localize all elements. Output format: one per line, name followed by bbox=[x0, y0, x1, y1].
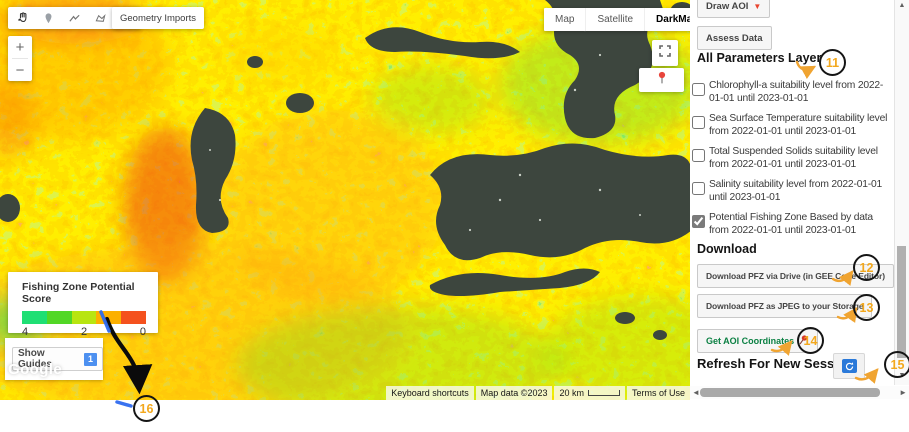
get-aoi-label: Get AOI Coordinates bbox=[706, 336, 794, 346]
layer-checkbox[interactable] bbox=[692, 83, 705, 96]
gee-fishing-zone-app: Geometry Imports + − Map Satellite DarkM… bbox=[0, 0, 909, 432]
scroll-up-arrow-icon[interactable]: ▲ bbox=[895, 2, 909, 9]
layer-checkbox[interactable] bbox=[692, 215, 705, 228]
horizontal-scroll-thumb[interactable] bbox=[700, 388, 880, 397]
legend-panel: Fishing Zone Potential Score 4 2 0 bbox=[8, 272, 158, 333]
layer-row-pfz: Potential Fishing Zone Based by data fro… bbox=[692, 212, 892, 237]
map-data-label: Map data ©2023 bbox=[476, 386, 553, 400]
guides-count-badge: 1 bbox=[84, 353, 97, 366]
map-type-darkmap[interactable]: DarkMap bbox=[644, 8, 690, 31]
scale-bar bbox=[588, 390, 620, 396]
map-type-satellite[interactable]: Satellite bbox=[585, 8, 644, 31]
horizontal-scrollbar[interactable]: ◄ ► bbox=[690, 386, 909, 399]
zoom-control: + − bbox=[8, 36, 32, 81]
dropdown-caret-icon: ▼ bbox=[753, 2, 761, 11]
zoom-out-button[interactable]: − bbox=[8, 59, 32, 81]
legend-tick: 0 bbox=[140, 326, 146, 338]
layer-list: Chlorophyll-a suitability level from 202… bbox=[692, 80, 892, 245]
layer-label: Total Suspended Solids suitability level… bbox=[709, 146, 891, 171]
marker-tool-icon[interactable] bbox=[41, 11, 56, 26]
scale-control: 20 km bbox=[554, 386, 625, 400]
zoom-in-button[interactable]: + bbox=[8, 36, 32, 58]
download-heading: Download bbox=[697, 242, 757, 256]
legend-segment bbox=[22, 311, 47, 324]
layer-label: Potential Fishing Zone Based by data fro… bbox=[709, 212, 891, 237]
legend-title: Fishing Zone Potential Score bbox=[22, 281, 158, 305]
blue-pen-mark bbox=[117, 402, 131, 406]
annotation-circle-16: 16 bbox=[133, 395, 160, 422]
fullscreen-icon bbox=[659, 44, 671, 62]
polyline-tool-icon[interactable] bbox=[67, 11, 82, 26]
draw-aoi-label: Draw AOI bbox=[706, 1, 748, 12]
legend-segment bbox=[96, 311, 121, 324]
annotation-circle-12: 12 bbox=[853, 254, 880, 281]
layer-row-salinity: Salinity suitability level from 2022-01-… bbox=[692, 179, 892, 204]
assess-data-button[interactable]: Assess Data bbox=[697, 26, 772, 50]
map-type-map[interactable]: Map bbox=[544, 8, 585, 31]
download-pfz-jpeg-button[interactable]: Download PFZ as JPEG to your Storage bbox=[697, 294, 872, 318]
scroll-right-arrow-icon[interactable]: ► bbox=[899, 388, 907, 397]
layer-checkbox[interactable] bbox=[692, 116, 705, 129]
legend-segment bbox=[72, 311, 97, 324]
layer-checkbox[interactable] bbox=[692, 149, 705, 162]
refresh-session-heading: Refresh For New Session bbox=[697, 356, 854, 371]
layer-label: Salinity suitability level from 2022-01-… bbox=[709, 179, 891, 204]
all-parameters-heading: All Parameters Layer bbox=[697, 51, 821, 65]
annotation-circle-13: 13 bbox=[853, 294, 880, 321]
vertical-scrollbar[interactable]: ▲ ▼ bbox=[894, 0, 909, 385]
geometry-imports-button[interactable]: Geometry Imports bbox=[112, 7, 204, 29]
legend-segment bbox=[47, 311, 72, 324]
legend-tick: 2 bbox=[81, 326, 87, 338]
layer-row-sst: Sea Surface Temperature suitability leve… bbox=[692, 113, 892, 138]
terms-of-use-link[interactable]: Terms of Use bbox=[627, 386, 690, 400]
scale-label: 20 km bbox=[559, 388, 584, 398]
pan-hand-icon[interactable] bbox=[15, 11, 30, 26]
annotation-circle-14: 14 bbox=[797, 327, 824, 354]
red-pin-icon bbox=[656, 71, 668, 90]
refresh-session-button[interactable] bbox=[833, 353, 865, 379]
legend-segment bbox=[121, 311, 146, 324]
attribution-bar: Keyboard shortcuts Map data ©2023 20 km … bbox=[384, 386, 690, 400]
refresh-icon bbox=[842, 359, 857, 373]
legend-tick: 4 bbox=[22, 326, 28, 338]
google-logo[interactable]: Google bbox=[8, 361, 62, 378]
legend-color-ramp bbox=[22, 311, 146, 324]
scroll-left-arrow-icon[interactable]: ◄ bbox=[692, 388, 700, 397]
drop-pin-button[interactable] bbox=[639, 68, 684, 92]
map-type-control: Map Satellite DarkMap bbox=[544, 8, 690, 31]
layer-label: Sea Surface Temperature suitability leve… bbox=[709, 113, 891, 138]
layer-label: Chlorophyll-a suitability level from 202… bbox=[709, 80, 891, 105]
draw-aoi-button[interactable]: Draw AOI ▼ bbox=[697, 0, 770, 18]
fullscreen-button[interactable] bbox=[652, 40, 678, 66]
layer-row-tss: Total Suspended Solids suitability level… bbox=[692, 146, 892, 171]
map-canvas[interactable]: Geometry Imports + − Map Satellite DarkM… bbox=[0, 0, 690, 400]
heatmap-raster bbox=[0, 0, 690, 400]
layer-row-chlorophyll: Chlorophyll-a suitability level from 202… bbox=[692, 80, 892, 105]
annotation-circle-15: 15 bbox=[884, 351, 909, 378]
layer-checkbox[interactable] bbox=[692, 182, 705, 195]
annotation-circle-11: 11 bbox=[819, 49, 846, 76]
polygon-tool-icon[interactable] bbox=[93, 11, 108, 26]
legend-ticks: 4 2 0 bbox=[22, 326, 146, 338]
vertical-scroll-thumb[interactable] bbox=[897, 246, 906, 358]
keyboard-shortcuts-link[interactable]: Keyboard shortcuts bbox=[386, 386, 474, 400]
